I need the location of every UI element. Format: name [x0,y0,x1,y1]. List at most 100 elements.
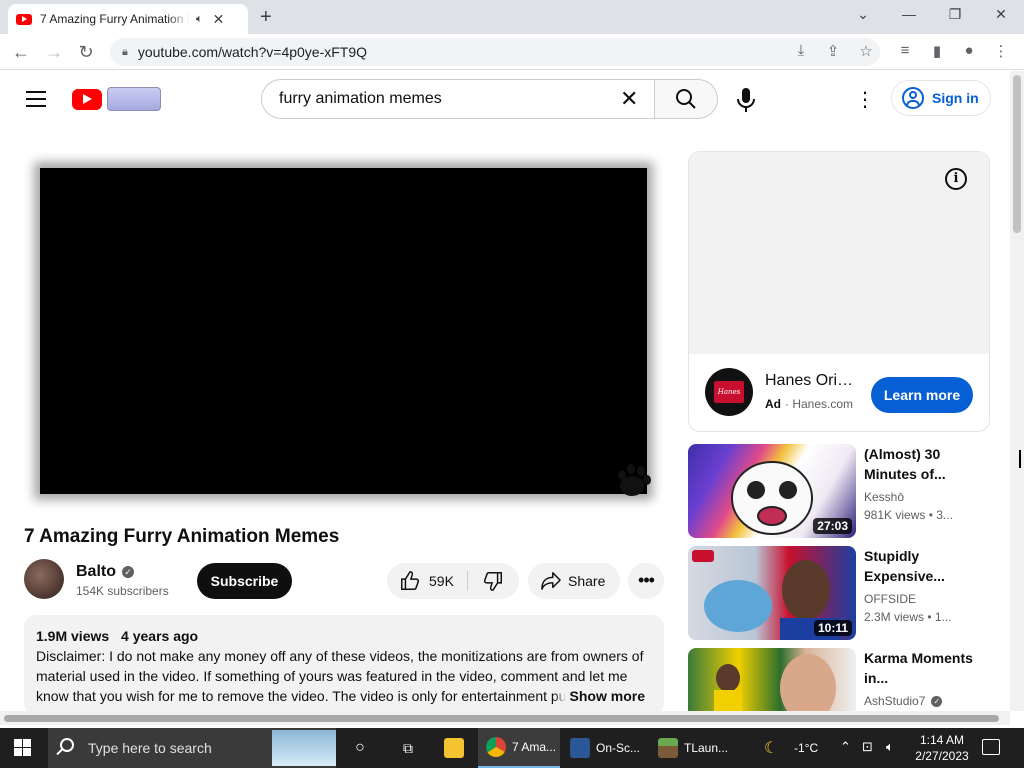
settings-more-icon[interactable]: ⋮ [855,89,875,111]
search-button[interactable] [655,79,718,119]
vertical-scroll-thumb[interactable] [1013,75,1021,233]
sign-in-button[interactable]: Sign in [891,80,991,116]
hanes-logo-text: Hanes [714,381,744,403]
notification-center-icon[interactable] [982,739,1000,755]
video-meta: 1.9M views 4 years ago [36,626,652,646]
related-video-title[interactable]: Stupidly Expensive... [864,546,984,586]
lock-icon[interactable]: 🔒︎ [122,46,128,59]
related-channel-name: Kesshō [864,490,905,504]
sign-in-label: Sign in [932,90,979,106]
horizontal-scrollbar[interactable] [0,711,1010,725]
chrome-icon [486,737,506,757]
new-tab-button[interactable]: + [260,6,272,29]
close-tab-icon[interactable]: ✕ [213,11,225,28]
related-channel[interactable]: AshStudio7 ✓ [864,694,943,708]
learn-more-button[interactable]: Learn more [871,377,973,413]
ad-info-icon[interactable]: i [945,168,967,190]
channel-avatar[interactable] [24,559,64,599]
forward-button[interactable]: → [43,41,65,63]
like-dislike-group: 59K [387,563,519,599]
taskbar-search-placeholder: Type here to search [88,740,212,756]
reload-button[interactable]: ↻ [75,41,97,63]
browser-menu-icon[interactable]: ⋮ [990,42,1012,60]
ad-badge: Ad [765,397,781,411]
windows-start-icon[interactable] [14,739,32,757]
task-view-icon[interactable]: ⧉ [396,728,420,768]
advertiser-logo: Hanes [705,368,753,416]
audio-playing-icon[interactable]: 🔈︎ [196,13,203,26]
cortana-icon[interactable]: ○ [348,728,372,768]
video-player[interactable] [40,168,647,494]
related-age: • 1... [927,610,952,624]
address-bar[interactable]: 🔒︎ youtube.com/watch?v=4p0ye-xFT9Q [110,38,880,66]
browser-tab[interactable]: 7 Amazing Furry Animation Memes 🔈︎ ✕ [8,4,248,34]
taskbar-app-chrome[interactable]: 7 Ama... [478,728,560,768]
clock-date: 2/27/2023 [915,749,969,763]
youtube-logo[interactable] [72,89,102,110]
restore-button[interactable]: ❐ [940,6,970,23]
youtube-header: furry animation memes ✕ ⋮ Sign in [0,71,1010,127]
upload-age: 4 years ago [121,628,199,644]
share-label: Share [568,573,606,589]
share-page-icon[interactable]: ⇪ [822,42,844,60]
like-count: 59K [429,573,454,589]
horizontal-scroll-thumb[interactable] [4,715,999,722]
taskbar-app-tlauncher[interactable]: TLaun... [650,728,734,768]
vertical-scrollbar[interactable] [1010,71,1024,711]
verified-check-icon: ✓ [931,695,943,707]
file-explorer-button[interactable] [436,728,472,768]
search-input[interactable]: furry animation memes [261,79,655,119]
weather-moon-icon[interactable]: ☾ [764,738,778,758]
video-thumbnail[interactable]: 10:11 [688,546,856,640]
dislike-button[interactable] [468,563,518,599]
subscribe-button[interactable]: Subscribe [197,563,292,599]
tab-title: 7 Amazing Furry Animation Memes [40,12,190,26]
related-video-title[interactable]: Karma Moments in... [864,648,984,688]
folder-icon [444,738,464,758]
profile-icon[interactable]: ● [958,42,980,59]
channel-name[interactable]: Balto ✓ [76,563,134,581]
related-video[interactable]: 27:03 (Almost) 30 Minutes of... Kesshō 9… [688,444,988,540]
thumbs-down-icon [483,572,502,591]
side-panel-icon[interactable]: ▮ [926,42,948,60]
youtube-doodle-logo[interactable] [107,87,161,111]
description-box[interactable]: 1.9M views 4 years ago Disclaimer: I do … [24,615,664,715]
taskbar-app-onscreen-keyboard[interactable]: On-Sc... [562,728,646,768]
show-more-button[interactable]: Show more [553,686,645,706]
minimize-button[interactable]: — [894,6,924,22]
related-channel[interactable]: OFFSIDE [864,592,916,606]
hamburger-menu-icon[interactable] [26,91,46,107]
keyboard-icon [570,738,590,758]
taskbar-app-label: 7 Ama... [512,740,557,754]
search-highlight-image[interactable] [272,730,336,766]
related-video[interactable]: Karma Moments in... AshStudio7 ✓ [688,648,988,711]
tray-chevron-icon[interactable]: ⌃ [840,739,851,755]
related-views: 981K views [864,508,926,522]
video-thumbnail[interactable] [688,648,856,711]
browser-tab-strip: 7 Amazing Furry Animation Memes 🔈︎ ✕ + ⌄… [0,0,1024,34]
reading-list-icon[interactable]: ≡ [894,42,916,59]
taskbar-clock[interactable]: 1:14 AM 2/27/2023 [912,732,972,764]
back-button[interactable]: ← [10,41,32,63]
bookmark-star-icon[interactable]: ☆ [855,42,877,60]
youtube-favicon-icon [16,13,32,25]
related-video[interactable]: 10:11 Stupidly Expensive... OFFSIDE 2.3M… [688,546,988,642]
ad-card[interactable]: i Hanes Hanes Originals Ad· Hanes.com Le… [688,151,990,432]
weather-temperature[interactable]: -1°C [794,741,818,755]
related-video-title[interactable]: (Almost) 30 Minutes of... [864,444,984,484]
tab-search-chevron-icon[interactable]: ⌄ [848,6,878,23]
close-window-button[interactable]: ✕ [986,6,1016,23]
install-app-icon[interactable]: ⤓ [790,42,812,59]
account-icon [902,87,924,109]
more-actions-button[interactable]: ••• [628,563,664,599]
microphone-icon[interactable] [735,87,757,113]
like-button[interactable]: 59K [387,563,467,599]
network-icon[interactable]: ⊡ [862,739,873,755]
search-query-text: furry animation memes [279,90,442,107]
video-thumbnail[interactable]: 27:03 [688,444,856,538]
clear-search-icon[interactable]: ✕ [620,88,638,110]
related-channel[interactable]: Kesshō [864,490,904,504]
thumbnail-photo-art [714,654,836,711]
share-button[interactable]: Share [528,563,620,599]
volume-icon[interactable]: 🔈︎ [886,739,894,755]
